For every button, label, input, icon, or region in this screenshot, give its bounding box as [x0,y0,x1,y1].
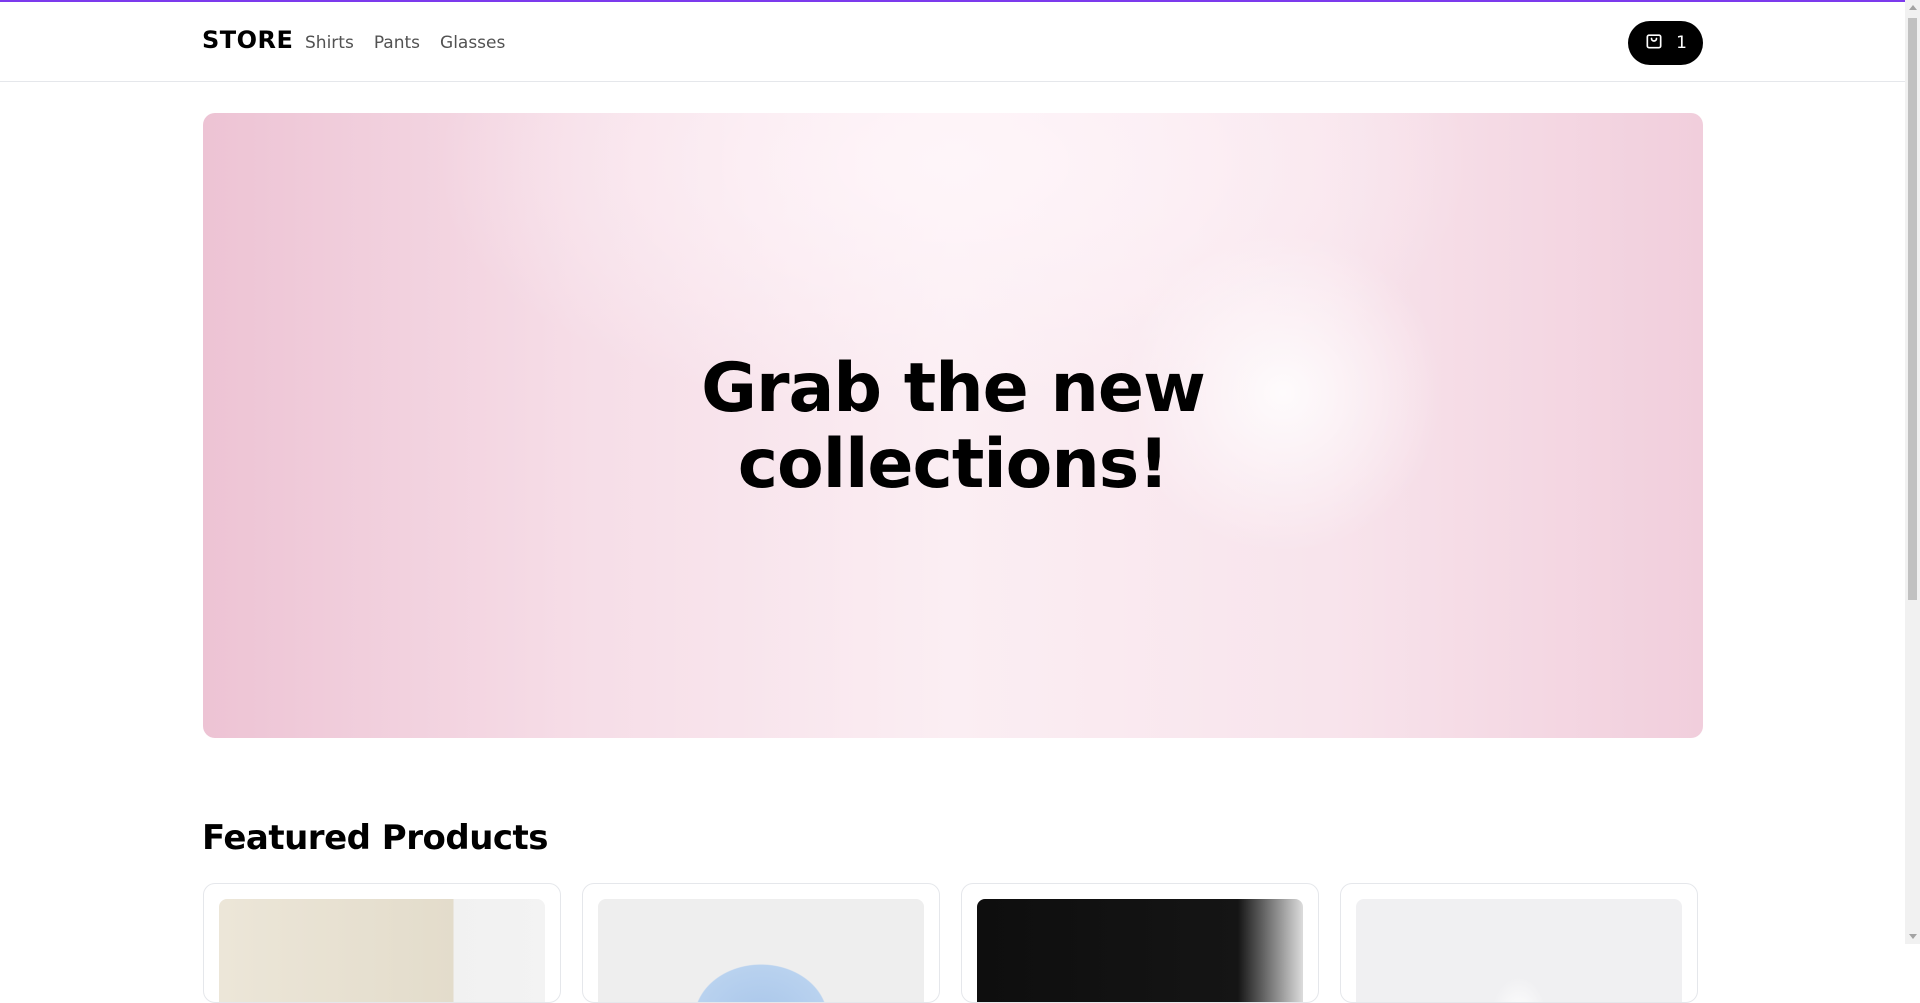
product-image [1356,899,1682,1002]
scrollbar-thumb[interactable] [1908,18,1917,600]
cart-count: 1 [1676,33,1687,53]
product-card[interactable] [203,883,561,1003]
nav-link-glasses[interactable]: Glasses [440,33,505,53]
product-grid [203,883,1698,1003]
featured-products-heading: Featured Products [202,818,549,858]
product-image [977,899,1303,1002]
product-image [598,899,924,1002]
hero-title-line-2: collections! [737,425,1169,504]
main-nav: Shirts Pants Glasses [305,33,505,53]
hero-banner: Grab the new collections! [203,113,1703,738]
product-image [219,899,545,1002]
hero-title: Grab the new collections! [203,351,1703,503]
site-header: STORE Shirts Pants Glasses 1 [0,2,1905,82]
hero-title-line-1: Grab the new [701,349,1206,428]
scroll-down-arrow-icon[interactable] [1909,934,1917,939]
shopping-bag-icon [1644,31,1664,56]
product-card[interactable] [961,883,1319,1003]
cart-button[interactable]: 1 [1628,21,1703,65]
nav-link-pants[interactable]: Pants [374,33,420,53]
product-card[interactable] [1340,883,1698,1003]
scroll-up-arrow-icon[interactable] [1909,5,1917,10]
nav-link-shirts[interactable]: Shirts [305,33,354,53]
page-scrollbar[interactable] [1905,0,1920,944]
product-card[interactable] [582,883,940,1003]
store-logo[interactable]: STORE [202,26,293,54]
